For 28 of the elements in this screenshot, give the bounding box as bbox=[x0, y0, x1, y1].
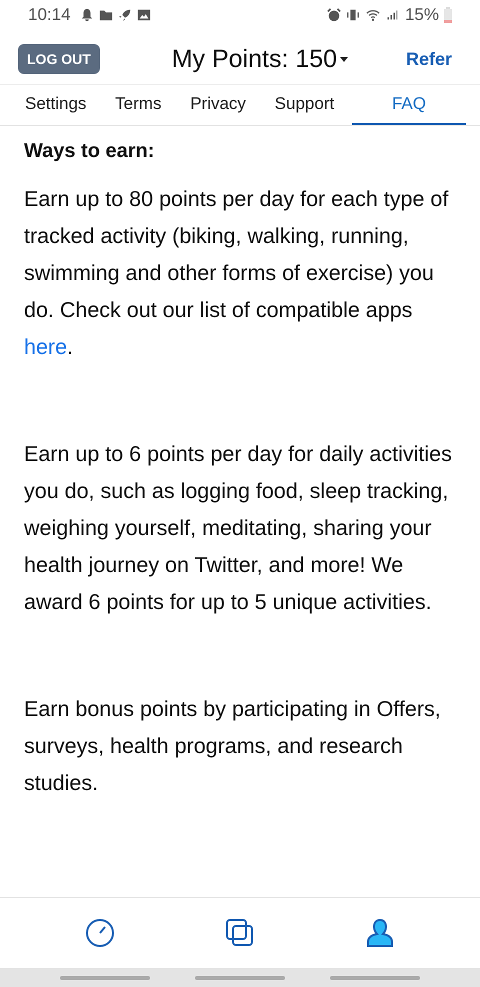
logout-button[interactable]: LOG OUT bbox=[18, 44, 100, 74]
wifi-icon bbox=[364, 8, 381, 22]
paragraph: Earn bonus points by participating in Offers, surveys, health programs, and research studies. bbox=[24, 696, 442, 797]
vibrate-icon bbox=[346, 8, 360, 22]
squares-nav-button[interactable] bbox=[225, 918, 255, 948]
gauge-nav-button[interactable] bbox=[85, 918, 115, 948]
rocket-icon bbox=[118, 8, 132, 22]
alarm-icon bbox=[326, 8, 341, 22]
tab[interactable]: Settings bbox=[14, 85, 98, 125]
tab[interactable]: Privacy bbox=[179, 85, 257, 125]
tab[interactable]: Support bbox=[264, 85, 346, 125]
folder-icon bbox=[98, 8, 113, 22]
points-title[interactable]: My Points: 150 bbox=[172, 44, 338, 74]
status-time: 10:14 bbox=[28, 5, 71, 25]
section-heading: Ways to earn: bbox=[24, 140, 156, 163]
signal-icon bbox=[386, 8, 398, 22]
paragraph: Earn up to 6 points per day for daily activities you do, such as logging food, sleep tracking, weighing yourself, meditating, sharing your health journey on Twitter, and more! We award 6 points for up to 5 unique activities. bbox=[24, 441, 453, 616]
caret-icon[interactable] bbox=[340, 56, 348, 62]
refer-link[interactable]: Refer bbox=[406, 48, 452, 70]
tab[interactable]: FAQ bbox=[352, 85, 466, 125]
here-link[interactable]: here bbox=[24, 335, 68, 359]
tab[interactable]: Terms bbox=[104, 85, 172, 125]
profile-nav-button[interactable] bbox=[365, 918, 395, 948]
notification-bell-icon bbox=[80, 8, 94, 22]
image-icon bbox=[136, 8, 151, 22]
battery-icon bbox=[444, 7, 452, 23]
paragraph: Earn up to 80 points per day for each type of tracked activity (biking, walking, running, swimming and other forms of exercise) you do. Check out our list of compatible apps here. bbox=[24, 186, 450, 361]
battery-percent: 15% bbox=[404, 5, 439, 25]
